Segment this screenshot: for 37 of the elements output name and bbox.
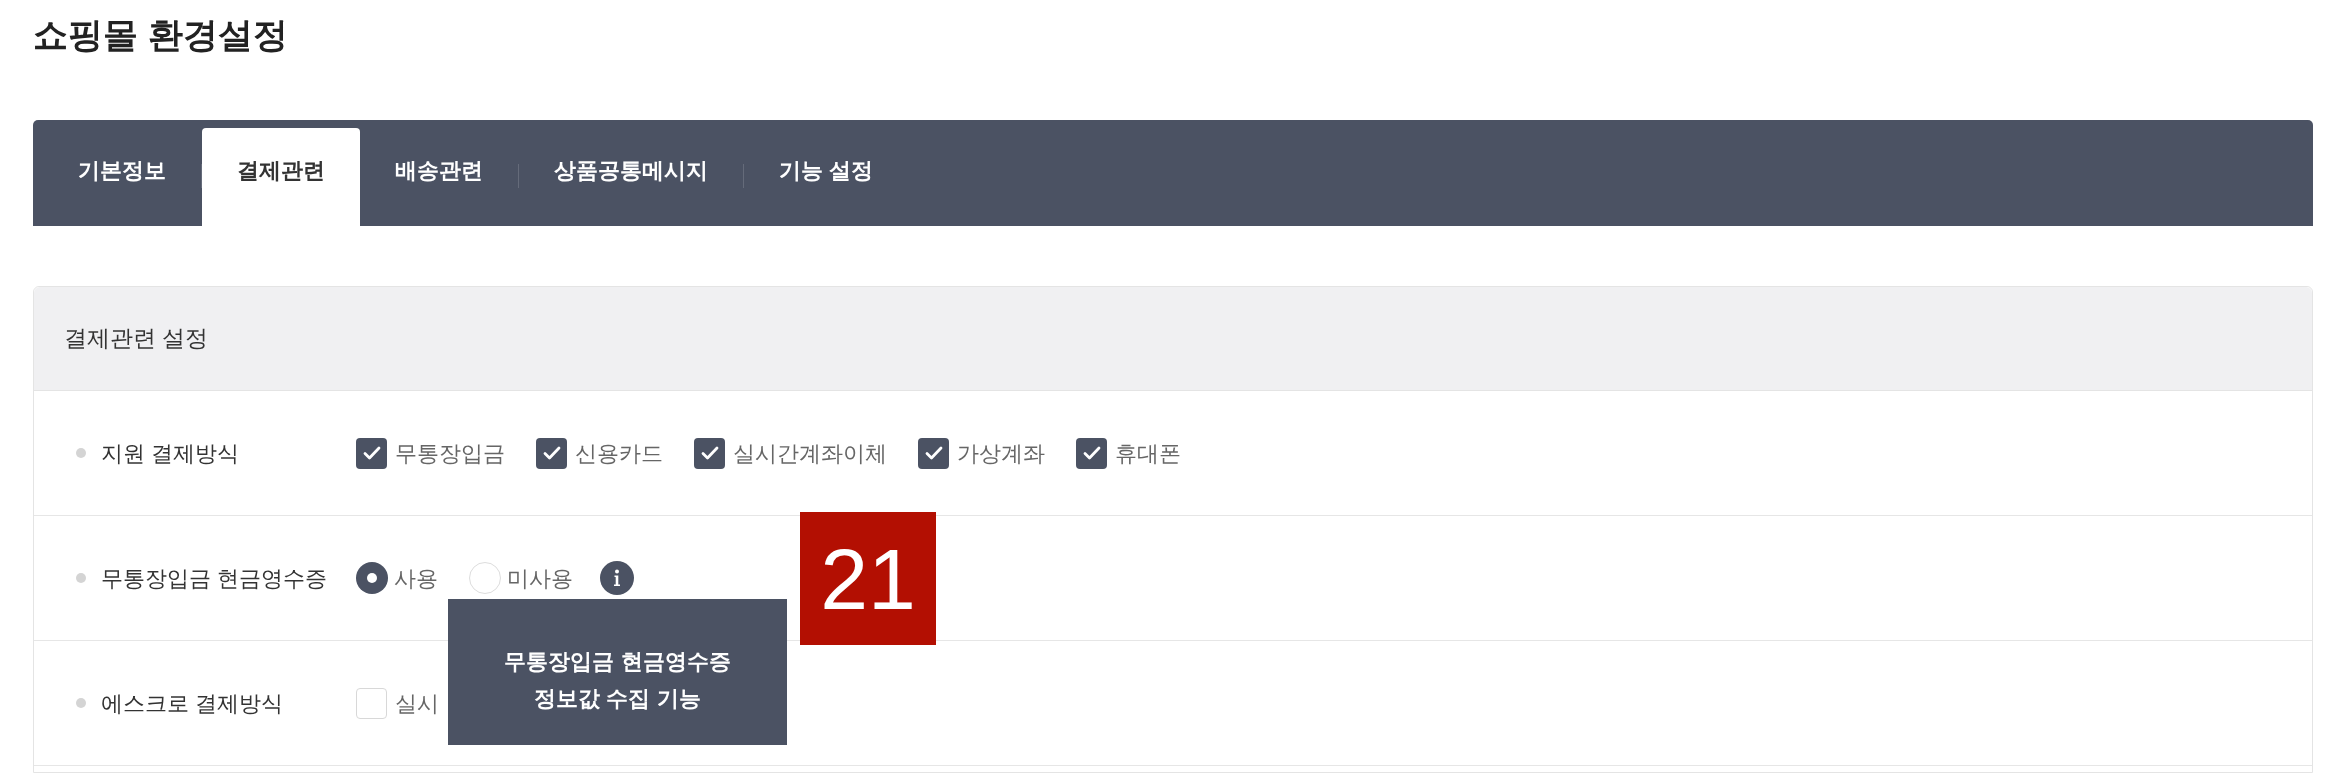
check-icon [924, 446, 943, 460]
tab[interactable]: 기능 설정 [744, 128, 909, 226]
setting-label: 에스크로 결제방식 [101, 689, 284, 718]
step-number-badge: 21 [800, 512, 936, 645]
tab[interactable]: 배송관련 [360, 128, 518, 226]
bullet-icon [76, 698, 86, 708]
tab[interactable]: 상품공통메시지 [519, 128, 743, 226]
checkbox[interactable] [694, 437, 725, 469]
tab[interactable]: 기본정보 [43, 128, 201, 226]
info-icon[interactable] [600, 561, 634, 595]
checkbox-label[interactable]: 실시 [395, 686, 439, 720]
bullet-icon [76, 573, 86, 583]
checkbox-label[interactable]: 신용카드 [575, 436, 663, 470]
setting-label: 무통장입금 현금영수증 [101, 564, 328, 593]
checkbox[interactable] [918, 437, 949, 469]
check-icon [362, 446, 381, 460]
checkbox-label[interactable]: 가상계좌 [957, 436, 1045, 470]
bullet-icon [76, 448, 86, 458]
setting-label: 지원 결제방식 [101, 439, 240, 468]
page-title: 쇼핑몰 환경설정 [33, 14, 289, 56]
tooltip: 무통장입금 현금영수증 정보값 수집 기능 [448, 599, 787, 745]
checkbox[interactable] [356, 687, 387, 719]
radio-button[interactable] [469, 562, 501, 594]
checkbox-label[interactable]: 무통장입금 [395, 436, 505, 470]
check-icon [700, 446, 719, 460]
tab[interactable]: 결제관련 [202, 128, 360, 226]
checkbox[interactable] [356, 437, 387, 469]
radio-label[interactable]: 사용 [394, 561, 438, 595]
checkbox-label[interactable]: 실시간계좌이체 [733, 436, 887, 470]
card-title: 결제관련 설정 [64, 324, 209, 354]
radio-button[interactable] [356, 562, 388, 594]
check-icon [542, 446, 561, 460]
checkbox[interactable] [1076, 437, 1107, 469]
radio-label[interactable]: 미사용 [507, 561, 573, 595]
checkbox-label[interactable]: 휴대폰 [1115, 436, 1181, 470]
checkbox[interactable] [536, 437, 567, 469]
check-icon [1082, 446, 1101, 460]
